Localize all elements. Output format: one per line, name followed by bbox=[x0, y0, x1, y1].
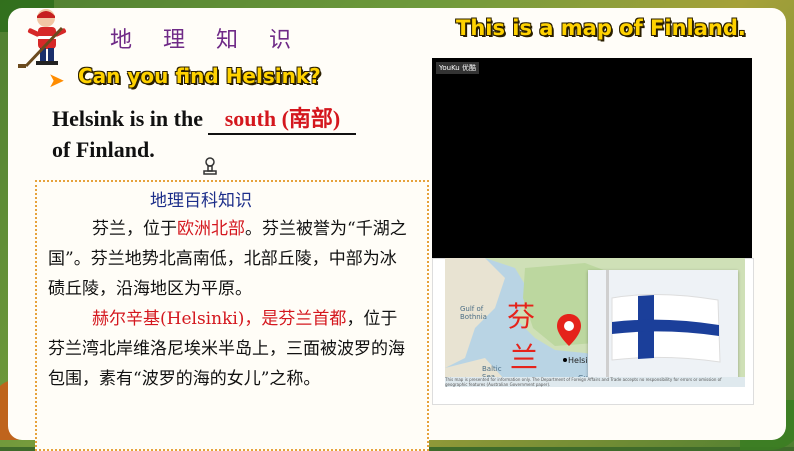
map-label-gulf-bothnia: Gulf of Bothnia bbox=[460, 305, 487, 321]
info-p2-highlight: 赫尔辛基(Helsinki)，是芬兰首都 bbox=[92, 309, 347, 329]
video-player[interactable]: YouKu 优酷 bbox=[432, 58, 752, 258]
sentence-before: Helsink is in the bbox=[52, 106, 203, 131]
location-marker-icon bbox=[557, 314, 581, 346]
sentence-after: of Finland. bbox=[52, 137, 155, 162]
question-heading: Can you find Helsink? bbox=[78, 64, 321, 88]
info-title: 地理百科知识 bbox=[150, 191, 252, 211]
map-char-lan: 兰 bbox=[510, 341, 539, 374]
hockey-player-icon bbox=[18, 9, 67, 68]
section-title: 地 理 知 识 bbox=[110, 28, 303, 53]
info-p1-highlight: 欧洲北部 bbox=[177, 219, 245, 239]
info-p1-start: 芬兰，位于 bbox=[92, 219, 177, 239]
arrow-icon: ➤ bbox=[48, 68, 65, 92]
map-char-fen: 芬 bbox=[507, 300, 536, 333]
map-title: This is a map of Finland. bbox=[456, 16, 746, 40]
map-disclaimer: This map is presented for information on… bbox=[445, 377, 745, 387]
video-logo: YouKu 优酷 bbox=[436, 62, 479, 74]
answer-blank: south (南部) bbox=[208, 104, 357, 135]
finland-flag-icon bbox=[588, 270, 738, 380]
answer-sentence: Helsink is in the south (南部) of Finland. bbox=[52, 104, 357, 164]
pin-icon bbox=[203, 157, 217, 175]
city-dot bbox=[563, 358, 567, 362]
info-body: 芬兰，位于欧洲北部。芬兰被誉为“千湖之国”。芬兰地势北高南低，北部丘陵，中部为冰… bbox=[48, 214, 408, 394]
